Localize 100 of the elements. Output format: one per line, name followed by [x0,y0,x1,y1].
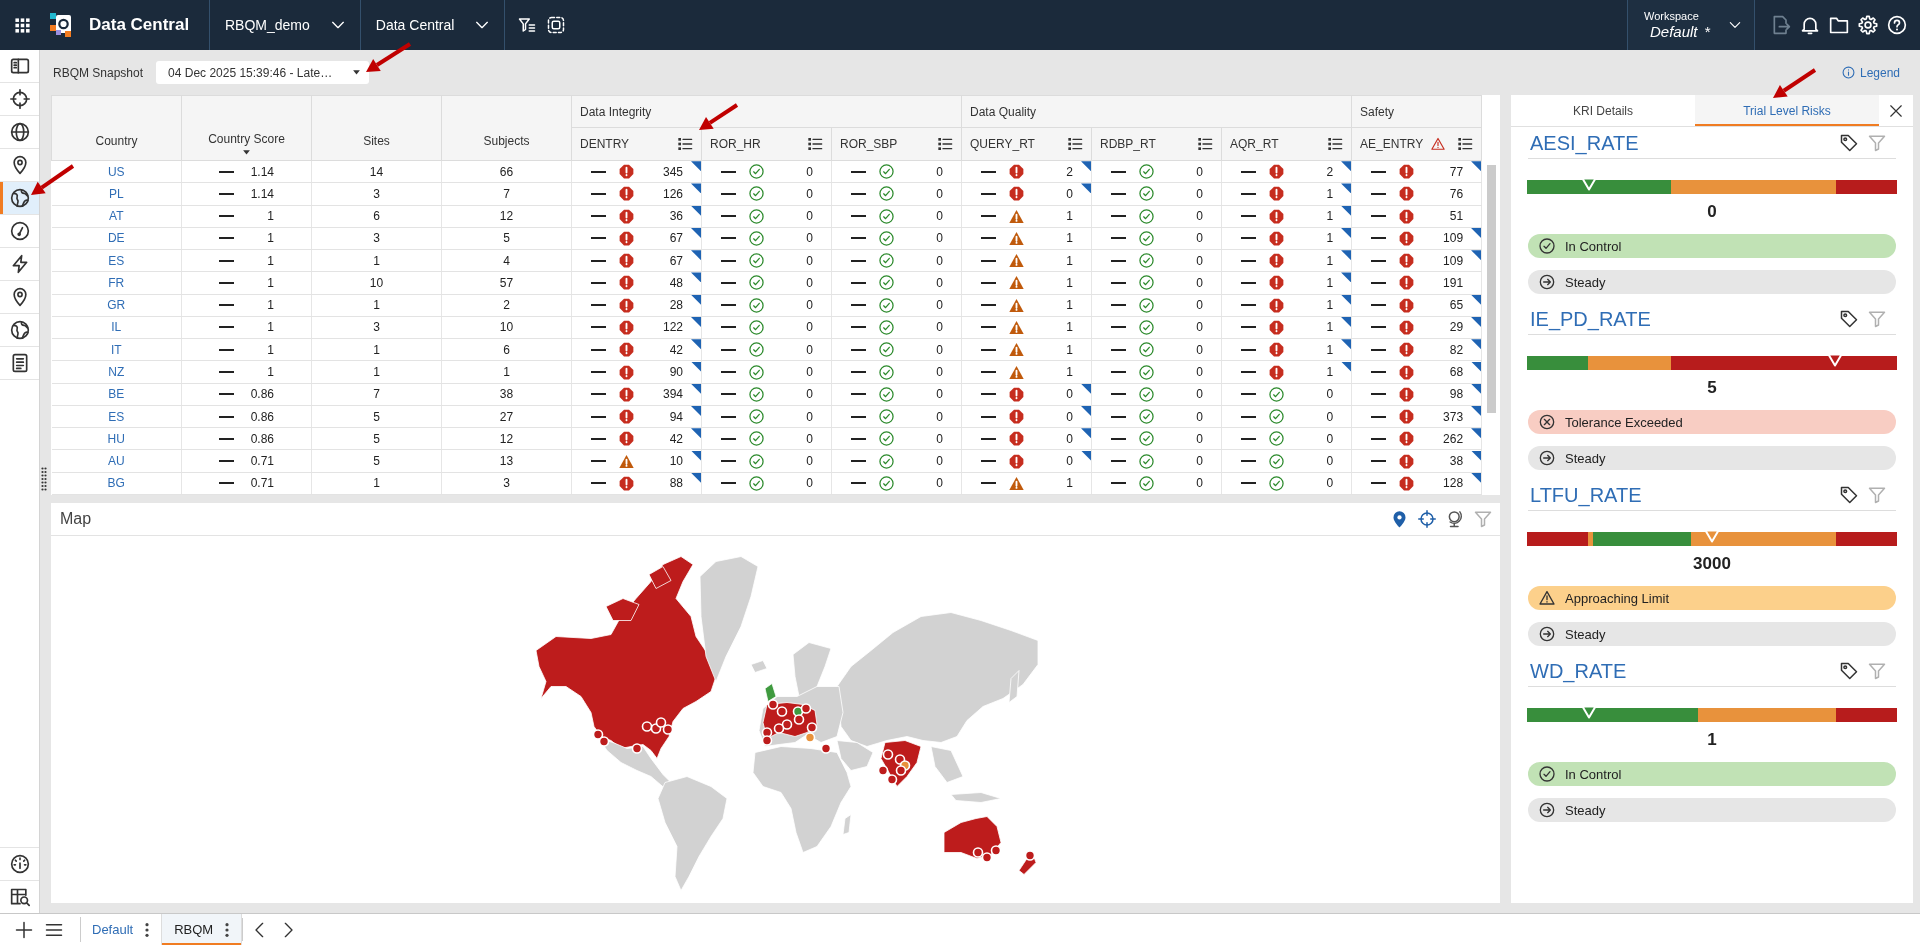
map-marker-icon[interactable] [761,735,773,746]
kri-name[interactable]: WD_RATE [1530,659,1627,683]
gauge-icon [9,221,30,241]
country-link[interactable]: ES [108,253,125,268]
kri-name[interactable]: AESI_RATE [1530,131,1639,155]
arctic-island [605,598,640,621]
column-menu-icon[interactable] [807,136,823,152]
country-link[interactable]: GR [107,298,126,313]
column-menu-icon[interactable] [1327,136,1344,152]
column-menu-icon[interactable] [1067,136,1084,152]
app-grid-icon[interactable] [14,16,31,34]
panel-tab[interactable]: Trial Level Risks [1695,95,1879,126]
tag-icon[interactable] [1840,486,1858,504]
page-tab[interactable]: Default [83,914,160,945]
column-header[interactable]: DENTRY [571,127,702,161]
country-link[interactable]: BG [107,476,125,491]
column-header[interactable]: QUERY_RT [961,127,1092,161]
page-tab[interactable]: RBQM [161,914,243,945]
country-link[interactable]: ES [108,409,125,424]
kri-name[interactable]: IE_PD_RATE [1530,307,1651,331]
more-options-icon[interactable] [145,921,150,938]
more-options-icon[interactable] [225,921,230,938]
column-title: RDBP_RT [1100,137,1156,151]
tag-icon[interactable] [1840,662,1858,680]
map-marker-icon[interactable] [776,706,788,717]
folder-icon[interactable] [1829,15,1849,35]
globe-icon[interactable] [1446,510,1464,528]
column-header[interactable]: Country [51,95,182,161]
sites-count: 5 [373,409,380,424]
panel-tab[interactable]: KRI Details [1511,95,1695,126]
column-header[interactable]: AQR_RT [1221,127,1352,161]
map-marker-icon[interactable] [886,774,898,785]
country-link[interactable]: AU [107,454,125,469]
workspace-selector[interactable]: Workspace Default * [1627,0,1755,50]
kri-count: 98 [1448,387,1464,402]
check-circle-icon [1539,766,1555,782]
map-marker-icon[interactable] [641,721,653,732]
column-header[interactable]: Sites [311,95,442,161]
map-marker-icon[interactable] [793,714,805,725]
country-link[interactable]: IT [110,342,122,357]
location-pin-icon[interactable] [1391,510,1408,528]
column-menu-icon[interactable] [937,136,954,152]
map-marker-icon[interactable] [773,723,785,734]
column-menu-icon[interactable] [677,136,693,152]
tag-icon[interactable] [1840,134,1858,152]
export-icon[interactable] [1771,15,1791,35]
close-icon[interactable] [1889,103,1903,118]
sidebar-button[interactable] [0,182,39,215]
filter-list-icon[interactable] [518,16,537,34]
dashed-frame-icon[interactable] [547,16,566,34]
map-marker-icon[interactable] [895,765,907,776]
column-header[interactable]: Subjects [441,95,572,161]
column-header[interactable]: AE_ENTRY [1351,127,1482,161]
info-icon [1841,66,1855,79]
country-link[interactable]: US [107,164,125,179]
map-marker-icon[interactable] [800,703,812,714]
country-link[interactable]: NZ [108,365,125,379]
map-marker-icon[interactable] [767,699,779,710]
dial-icon [9,854,30,874]
map-marker-icon[interactable] [631,743,643,754]
kri-name[interactable]: LTFU_RATE [1530,483,1642,507]
country-link[interactable]: PL [108,186,124,201]
country-link[interactable]: BE [108,387,125,402]
country-link[interactable]: AT [109,209,124,224]
column-header[interactable]: ROR_SBP [831,127,962,161]
map-marker-icon[interactable] [981,852,993,863]
settings-icon[interactable] [1858,15,1878,35]
map-marker-icon[interactable] [882,749,894,760]
snapshot-dropdown[interactable]: 04 Dec 2025 15:39:46 - Late… [156,61,370,84]
map-marker-icon[interactable] [1024,850,1036,861]
resize-handle-icon[interactable] [41,466,47,492]
column-menu-icon[interactable] [1457,136,1474,152]
map-marker-icon[interactable] [598,736,610,747]
map-marker-icon[interactable] [781,719,793,730]
country-link[interactable]: IL [111,320,122,335]
bell-icon[interactable] [1800,15,1820,35]
map-marker-icon[interactable] [990,845,1002,856]
scrollbar-thumb[interactable] [1487,165,1497,413]
dash-icon [219,348,234,351]
map-marker-icon[interactable] [804,732,816,743]
crosshair-icon[interactable] [1418,510,1436,528]
map-marker-icon[interactable] [655,717,667,728]
map-marker-icon[interactable] [972,847,984,858]
tag-icon[interactable] [1840,310,1858,328]
column-menu-icon[interactable] [1197,136,1214,152]
country-link[interactable]: DE [107,231,125,246]
kri-count: 29 [1448,320,1464,335]
map-marker-icon[interactable] [592,729,604,740]
column-header[interactable]: ROR_HR [701,127,832,161]
column-header[interactable]: RDBP_RT [1091,127,1222,161]
map-marker-icon[interactable] [877,765,889,776]
legend-link[interactable]: Legend [1841,65,1900,80]
country-link[interactable]: FR [108,275,125,290]
map-marker-icon[interactable] [806,722,818,733]
map-marker-icon[interactable] [820,743,832,754]
plus-icon[interactable] [15,920,33,939]
column-header[interactable]: Country Score [181,95,312,161]
help-icon[interactable] [1887,15,1907,35]
map-marker-icon[interactable] [662,724,674,735]
country-link[interactable]: HU [107,431,125,446]
